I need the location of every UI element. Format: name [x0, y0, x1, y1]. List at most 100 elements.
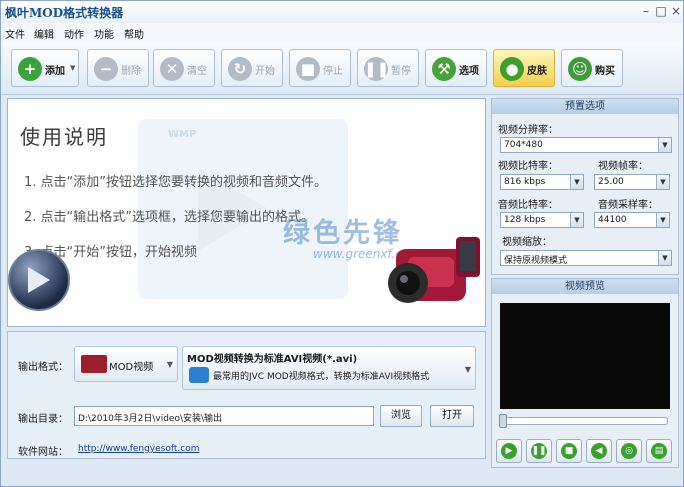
- audio-bitrate-label: 音频比特率：: [498, 200, 558, 211]
- output-profile-title: MOD视频转换为标准AVI视频(*.avi): [187, 354, 358, 365]
- clear-button[interactable]: ✕ 清空: [153, 49, 215, 87]
- menu-edit[interactable]: 编辑: [34, 26, 54, 41]
- zoom-select[interactable]: 保持原视频模式 ▼: [500, 250, 672, 266]
- output-format-label: 输出格式：: [18, 362, 68, 373]
- seek-thumb[interactable]: [499, 414, 507, 428]
- preset-title: 预置选项: [492, 99, 678, 114]
- title-bar[interactable]: 枫叶MOD格式转换器 – □ ×: [1, 1, 683, 23]
- chevron-down-icon: ▼: [658, 138, 671, 152]
- film-icon: [81, 355, 107, 373]
- audio-bitrate-select[interactable]: 128 kbps ▼: [500, 212, 584, 228]
- browse-button[interactable]: 浏览: [380, 405, 422, 427]
- clear-icon: ✕: [160, 57, 184, 81]
- buy-button[interactable]: ☺ 购买: [561, 49, 623, 87]
- file-list-area[interactable]: WMP 使用说明 1. 点击“添加”按钮选择您要转换的视频和音频文件。 2. 点…: [7, 98, 486, 327]
- output-profile-desc: 最常用的JVC MOD视频格式，转换为标准AVI视频格式: [213, 372, 430, 382]
- start-label: 开始: [255, 66, 275, 77]
- video-bitrate-label: 视频比特率：: [498, 161, 558, 172]
- apple-icon: ●: [500, 57, 524, 81]
- options-label: 选项: [459, 66, 479, 77]
- help-title: 使用说明: [20, 125, 108, 149]
- help-step-1: 1. 点击“添加”按钮选择您要转换的视频和音频文件。: [24, 175, 328, 190]
- stop-button[interactable]: ■ 停止: [289, 49, 351, 87]
- zoom-label: 视频缩放：: [502, 237, 552, 248]
- framerate-label: 视频帧率：: [598, 161, 648, 172]
- open-button[interactable]: 打开: [430, 405, 474, 427]
- preview-screen: [500, 303, 670, 409]
- video-bitrate-select[interactable]: 816 kbps ▼: [500, 174, 584, 190]
- pause-icon: ❚❚: [531, 443, 547, 459]
- stop-icon: ■: [561, 443, 577, 459]
- video-preview-panel: 视频预览 ▶ ❚❚ ■ ◀ ◎ ▤: [491, 278, 679, 468]
- site-label: 软件网站：: [18, 447, 68, 458]
- add-dropdown-icon[interactable]: ▼: [70, 64, 75, 72]
- output-format-dropdown[interactable]: MOD视频 ▼: [74, 346, 178, 382]
- maximize-button[interactable]: □: [653, 3, 669, 19]
- site-link[interactable]: http://www.fengyesoft.com: [78, 444, 200, 454]
- menu-action[interactable]: 动作: [64, 26, 84, 41]
- play-icon: ▶: [501, 443, 517, 459]
- menu-file[interactable]: 文件: [5, 26, 25, 41]
- folder-icon: ▤: [651, 443, 667, 459]
- output-format-value: MOD视频: [109, 362, 154, 373]
- play-orb-icon: [8, 249, 70, 311]
- preview-snapshot-button[interactable]: ◎: [616, 439, 642, 463]
- delete-button[interactable]: − 删除: [87, 49, 149, 87]
- stop-icon: ■: [296, 57, 320, 81]
- wmp-label: WMP: [168, 129, 197, 140]
- skin-label: 皮肤: [527, 66, 547, 77]
- chevron-down-icon: ▼: [656, 175, 669, 189]
- samplerate-label: 音频采样率：: [598, 200, 658, 211]
- close-button[interactable]: ×: [668, 3, 684, 19]
- output-profile-dropdown[interactable]: MOD视频转换为标准AVI视频(*.avi) 最常用的JVC MOD视频格式，转…: [182, 346, 476, 390]
- skin-button[interactable]: ● 皮肤: [493, 49, 555, 87]
- delete-icon: −: [94, 57, 118, 81]
- preview-folder-button[interactable]: ▤: [646, 439, 672, 463]
- delete-label: 删除: [121, 66, 141, 77]
- chevron-down-icon: ▼: [464, 365, 471, 374]
- app-window: 枫叶MOD格式转换器 – □ × 文件 编辑 动作 功能 帮助 + 添加 ▼ −…: [0, 0, 684, 487]
- add-button[interactable]: + 添加 ▼: [11, 49, 79, 87]
- preview-pause-button[interactable]: ❚❚: [526, 439, 552, 463]
- screenshot-icon: ◎: [621, 443, 637, 459]
- pause-label: 暂停: [391, 66, 411, 77]
- preset-options-panel: 预置选项 视频分辨率： 704*480 ▼ 视频比特率： 视频帧率： 816 k…: [491, 98, 679, 275]
- add-icon: +: [18, 57, 42, 81]
- chevron-down-icon: ▼: [658, 251, 671, 265]
- options-button[interactable]: ⚒ 选项: [425, 49, 487, 87]
- resolution-select[interactable]: 704*480 ▼: [500, 137, 672, 153]
- camcorder-icon: [388, 237, 480, 303]
- clear-label: 清空: [187, 66, 207, 77]
- resolution-label: 视频分辨率：: [498, 125, 558, 136]
- video-icon: [189, 367, 209, 383]
- output-settings: 输出格式： MOD视频 ▼ MOD视频转换为标准AVI视频(*.avi) 最常用…: [7, 331, 486, 459]
- help-step-2: 2. 点击“输出格式”选项框，选择您要输出的格式。: [24, 210, 315, 225]
- minimize-button[interactable]: –: [638, 3, 654, 19]
- framerate-select[interactable]: 25.00 ▼: [594, 174, 670, 190]
- audio-bitrate-value: 128 kbps: [504, 215, 546, 225]
- stop-label: 停止: [323, 66, 343, 77]
- output-dir-label: 输出目录：: [18, 414, 68, 425]
- preview-prev-button[interactable]: ◀: [586, 439, 612, 463]
- pause-button[interactable]: ❚❚ 暂停: [357, 49, 419, 87]
- previous-icon: ◀: [591, 443, 607, 459]
- buy-label: 购买: [595, 66, 615, 77]
- preview-play-button[interactable]: ▶: [496, 439, 522, 463]
- video-bitrate-value: 816 kbps: [504, 177, 546, 187]
- samplerate-value: 44100: [598, 215, 627, 225]
- seek-bar[interactable]: [500, 417, 668, 425]
- start-icon: ↻: [228, 57, 252, 81]
- pause-icon: ❚❚: [364, 57, 389, 81]
- preview-stop-button[interactable]: ■: [556, 439, 582, 463]
- add-label: 添加: [45, 66, 65, 77]
- menu-help[interactable]: 帮助: [124, 26, 144, 41]
- toolbar: + 添加 ▼ − 删除 ✕ 清空 ↻ 开始 ■ 停止 ❚❚ 暂停 ⚒ 选项 ●: [1, 43, 683, 95]
- menu-bar: 文件 编辑 动作 功能 帮助: [1, 23, 683, 43]
- wrench-icon: ⚒: [432, 57, 456, 81]
- output-dir-input[interactable]: D:\2010年3月2日\video\安装\输出: [74, 406, 374, 426]
- menu-function[interactable]: 功能: [94, 26, 114, 41]
- preview-title: 视频预览: [492, 279, 678, 294]
- chevron-down-icon: ▼: [570, 175, 583, 189]
- start-button[interactable]: ↻ 开始: [221, 49, 283, 87]
- samplerate-select[interactable]: 44100 ▼: [594, 212, 670, 228]
